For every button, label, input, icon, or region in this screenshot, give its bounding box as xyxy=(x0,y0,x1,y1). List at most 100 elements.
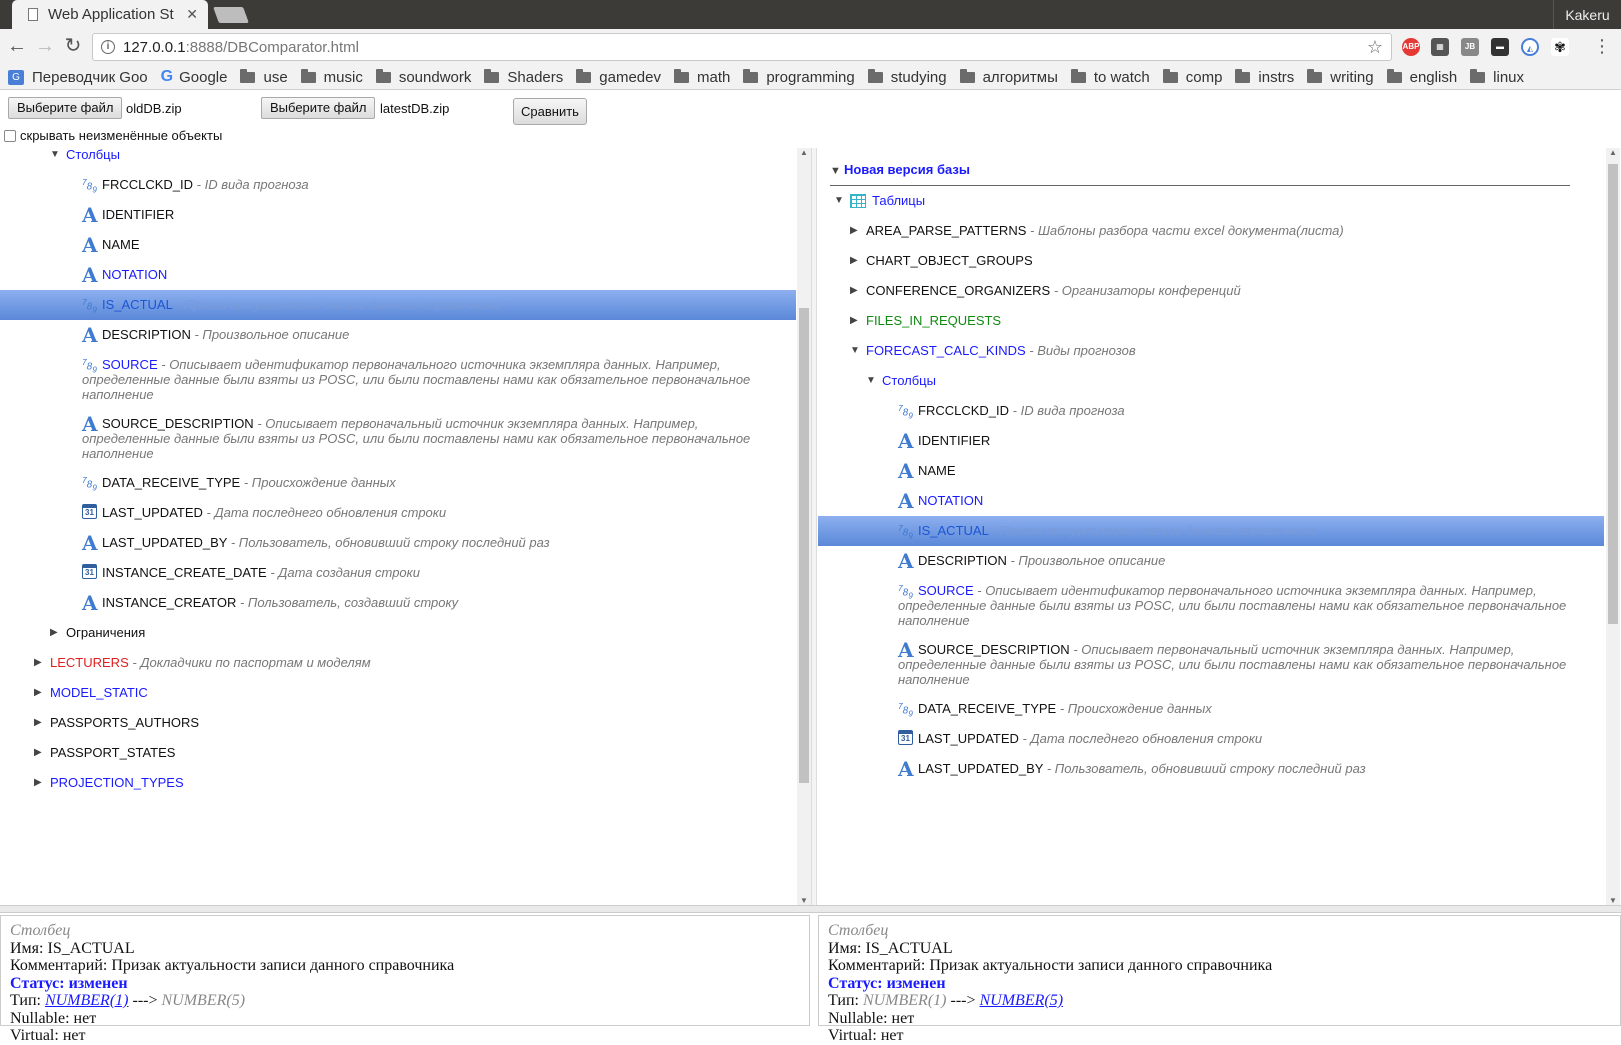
column-row[interactable]: 789 SOURCE - Описывает идентификатор перв… xyxy=(818,576,1604,635)
bookmark-folder[interactable]: studying xyxy=(867,68,947,86)
expand-arrow-icon[interactable]: ▶ xyxy=(850,315,858,326)
bookmark-google[interactable]: G Google xyxy=(161,68,228,86)
old-db-tree[interactable]: ▼ Столбцы 789 FRCCLCKD_ID - ID вида прогноз… xyxy=(0,148,796,905)
extension-icon[interactable]: ▦ xyxy=(1431,38,1449,56)
bookmark-folder[interactable]: music xyxy=(300,68,363,86)
bookmark-folder[interactable]: math xyxy=(673,68,730,86)
hide-unchanged-toggle[interactable]: скрывать неизменённые объекты xyxy=(4,128,222,143)
table-row[interactable]: ▶ CONFERENCE_ORGANIZERS - Организаторы ко… xyxy=(818,276,1604,306)
column-row[interactable]: A LAST_UPDATED_BY - Пользователь, обновив… xyxy=(0,528,796,558)
column-row[interactable]: A NAME xyxy=(0,230,796,260)
column-row[interactable]: 789 FRCCLCKD_ID - ID вида прогноза xyxy=(0,170,796,200)
right-tree-scrollbar[interactable]: ▲ ▼ xyxy=(1606,148,1620,905)
column-row[interactable]: A INSTANCE_CREATOR - Пользователь, создав… xyxy=(0,588,796,618)
compare-button[interactable]: Сравнить xyxy=(513,98,587,125)
column-row[interactable]: A NOTATION xyxy=(0,260,796,290)
bookmark-folder[interactable]: Shaders xyxy=(484,68,563,86)
collapse-arrow-icon[interactable]: ▼ xyxy=(830,165,844,177)
extension-jb-icon[interactable]: JB xyxy=(1461,38,1479,56)
column-row[interactable]: A DESCRIPTION - Произвольное описание xyxy=(0,320,796,350)
extension-tab-icon[interactable]: ▬ xyxy=(1491,38,1509,56)
bookmark-star-icon[interactable]: ☆ xyxy=(1367,37,1383,58)
expand-arrow-icon[interactable]: ▶ xyxy=(850,225,858,236)
collapse-arrow-icon[interactable]: ▼ xyxy=(850,345,860,356)
columns-folder[interactable]: ▼ Столбцы xyxy=(818,366,1604,396)
column-row[interactable]: A IDENTIFIER xyxy=(818,426,1604,456)
table-row[interactable]: ▼ FORECAST_CALC_KINDS - Виды прогнозов xyxy=(818,336,1604,366)
bookmark-folder[interactable]: instrs xyxy=(1235,68,1294,86)
bookmark-folder[interactable]: comp xyxy=(1162,68,1222,86)
menu-icon[interactable]: ⋮ xyxy=(1593,36,1611,56)
extension-gnome-icon[interactable]: ✾ xyxy=(1551,38,1569,56)
column-row[interactable]: 789 DATA_RECEIVE_TYPE - Происхождение дан… xyxy=(818,694,1604,724)
expand-arrow-icon[interactable]: ▶ xyxy=(34,717,42,728)
bookmark-folder[interactable]: gamedev xyxy=(576,68,661,86)
column-row[interactable]: 789 SOURCE - Описывает идентификатор перв… xyxy=(0,350,796,409)
expand-arrow-icon[interactable]: ▶ xyxy=(34,657,42,668)
table-row[interactable]: ▶ PASSPORTS_AUTHORS xyxy=(0,708,796,738)
table-row[interactable]: ▶ MODEL_STATIC xyxy=(0,678,796,708)
scroll-down-icon[interactable]: ▼ xyxy=(797,896,811,905)
column-row[interactable]: A NOTATION xyxy=(818,486,1604,516)
choose-old-file-button[interactable]: Выберите файл xyxy=(8,97,123,119)
bookmark-folder[interactable]: programming xyxy=(743,68,855,86)
hide-unchanged-checkbox[interactable] xyxy=(4,129,16,142)
expand-arrow-icon[interactable]: ▶ xyxy=(50,627,58,638)
column-row[interactable]: 789 FRCCLCKD_ID - ID вида прогноза xyxy=(818,396,1604,426)
table-row[interactable]: ▶ PROJECTION_TYPES xyxy=(0,768,796,798)
adblock-icon[interactable]: ABP xyxy=(1402,38,1420,56)
bookmark-folder[interactable]: to watch xyxy=(1070,68,1150,86)
expand-arrow-icon[interactable]: ▶ xyxy=(34,687,42,698)
left-tree-scrollbar[interactable]: ▲ ▼ xyxy=(797,148,811,905)
bookmark-folder[interactable]: linux xyxy=(1470,68,1524,86)
scroll-up-icon[interactable]: ▲ xyxy=(797,148,811,157)
table-row[interactable]: ▶ PASSPORT_STATES xyxy=(0,738,796,768)
address-bar[interactable]: i 127.0.0.1:8888/DBComparator.html ☆ xyxy=(92,33,1392,61)
table-row[interactable]: ▶ FILES_IN_REQUESTS xyxy=(818,306,1604,336)
column-row[interactable]: 789 IS_ACTUAL - Призак актуальности запис… xyxy=(818,516,1604,546)
choose-new-file-button[interactable]: Выберите файл xyxy=(261,97,376,119)
bookmark-translate[interactable]: G Переводчик Goo xyxy=(8,69,148,86)
horizontal-splitter[interactable] xyxy=(0,905,1621,913)
bookmark-folder[interactable]: алгоритмы xyxy=(959,68,1058,86)
new-db-tree[interactable]: ▼ Новая версия базы ▼ Таблицы ▶ AREA_PARSE_P… xyxy=(818,148,1604,905)
scroll-up-icon[interactable]: ▲ xyxy=(1606,148,1620,157)
tables-folder[interactable]: ▼ Таблицы xyxy=(818,186,1604,216)
tab-close-icon[interactable]: ✕ xyxy=(186,6,198,23)
expand-arrow-icon[interactable]: ▶ xyxy=(34,747,42,758)
column-row[interactable]: 789 DATA_RECEIVE_TYPE - Происхождение дан… xyxy=(0,468,796,498)
table-row[interactable]: ▶ LECTURERS - Докладчики по паспортам и м… xyxy=(0,648,796,678)
table-row[interactable]: ▶ CHART_OBJECT_GROUPS xyxy=(818,246,1604,276)
extension-circle-icon[interactable]: ◭ xyxy=(1521,38,1539,56)
column-row[interactable]: A SOURCE_DESCRIPTION - Описывает первонач… xyxy=(818,635,1604,694)
info-icon[interactable]: i xyxy=(101,40,115,54)
column-row[interactable]: A LAST_UPDATED_BY - Пользователь, обновив… xyxy=(818,754,1604,784)
bookmark-folder[interactable]: soundwork xyxy=(375,68,471,86)
column-row[interactable]: 31 LAST_UPDATED - Дата последнего обновле… xyxy=(0,498,796,528)
detail-type-old-link[interactable]: NUMBER(1) xyxy=(45,992,129,1009)
scroll-thumb[interactable] xyxy=(1608,164,1618,624)
column-row[interactable]: A IDENTIFIER xyxy=(0,200,796,230)
column-row[interactable]: A DESCRIPTION - Произвольное описание xyxy=(818,546,1604,576)
new-db-section-title[interactable]: ▼ Новая версия базы xyxy=(830,162,1570,186)
expand-arrow-icon[interactable]: ▶ xyxy=(34,777,42,788)
vertical-splitter[interactable] xyxy=(811,148,817,905)
tab-active[interactable]: Web Application St ✕ xyxy=(12,0,208,29)
collapse-arrow-icon[interactable]: ▼ xyxy=(50,149,60,160)
column-row[interactable]: A SOURCE_DESCRIPTION - Описывает первонач… xyxy=(0,409,796,468)
constraints-folder[interactable]: ▶ Ограничения xyxy=(0,618,796,648)
bookmark-folder[interactable]: english xyxy=(1386,68,1457,86)
collapse-arrow-icon[interactable]: ▼ xyxy=(866,375,876,386)
expand-arrow-icon[interactable]: ▶ xyxy=(850,255,858,266)
table-row[interactable]: ▶ AREA_PARSE_PATTERNS - Шаблоны разбора ч… xyxy=(818,216,1604,246)
collapse-arrow-icon[interactable]: ▼ xyxy=(834,195,844,206)
scroll-thumb[interactable] xyxy=(799,308,809,783)
back-icon[interactable]: ← xyxy=(6,35,28,57)
new-tab-button[interactable] xyxy=(213,7,249,23)
column-row[interactable]: 31 LAST_UPDATED - Дата последнего обновле… xyxy=(818,724,1604,754)
scroll-down-icon[interactable]: ▼ xyxy=(1606,896,1620,905)
bookmark-folder[interactable]: use xyxy=(240,68,288,86)
column-row[interactable]: 789 IS_ACTUAL - Призак актуальности запис… xyxy=(0,290,796,320)
bookmark-folder[interactable]: writing xyxy=(1307,68,1374,86)
detail-type-new-link[interactable]: NUMBER(5) xyxy=(980,992,1064,1009)
